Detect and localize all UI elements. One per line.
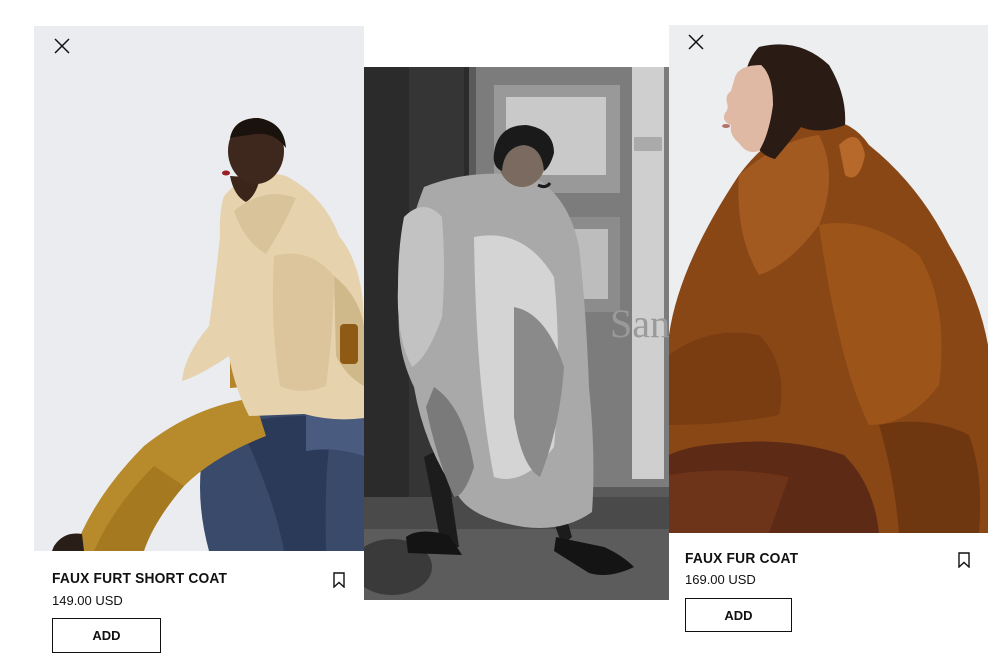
street-photo-illustration: San <box>364 67 678 600</box>
product-image[interactable] <box>34 26 364 551</box>
product-price: 149.00 USD <box>52 593 123 608</box>
product-card-faux-fur-coat[interactable]: FAUX FUR COAT 169.00 USD ADD <box>669 25 988 667</box>
window-sign-text: San <box>610 301 670 346</box>
bookmark-icon <box>958 552 970 568</box>
product-card-faux-furt-short-coat[interactable]: FAUX FURT SHORT COAT 149.00 USD ADD <box>34 26 364 667</box>
close-icon <box>688 34 704 50</box>
bookmark-icon <box>333 572 345 588</box>
product-title[interactable]: FAUX FURT SHORT COAT <box>52 570 227 587</box>
bookmark-button[interactable] <box>332 572 346 588</box>
product-title[interactable]: FAUX FUR COAT <box>685 550 798 567</box>
close-icon <box>54 38 70 54</box>
editorial-photo-card[interactable]: San <box>364 67 678 600</box>
product-image[interactable] <box>669 25 988 533</box>
product-price: 169.00 USD <box>685 572 756 587</box>
close-button[interactable] <box>686 32 706 52</box>
close-button[interactable] <box>52 36 72 56</box>
add-to-cart-button[interactable]: ADD <box>52 618 161 653</box>
model-photo-illustration <box>34 26 364 551</box>
model-photo-illustration <box>669 25 988 533</box>
bookmark-button[interactable] <box>957 552 971 568</box>
add-to-cart-button[interactable]: ADD <box>685 598 792 632</box>
product-gallery: FAUX FURT SHORT COAT 149.00 USD ADD San … <box>0 0 1000 667</box>
editorial-image[interactable]: San <box>364 67 678 600</box>
